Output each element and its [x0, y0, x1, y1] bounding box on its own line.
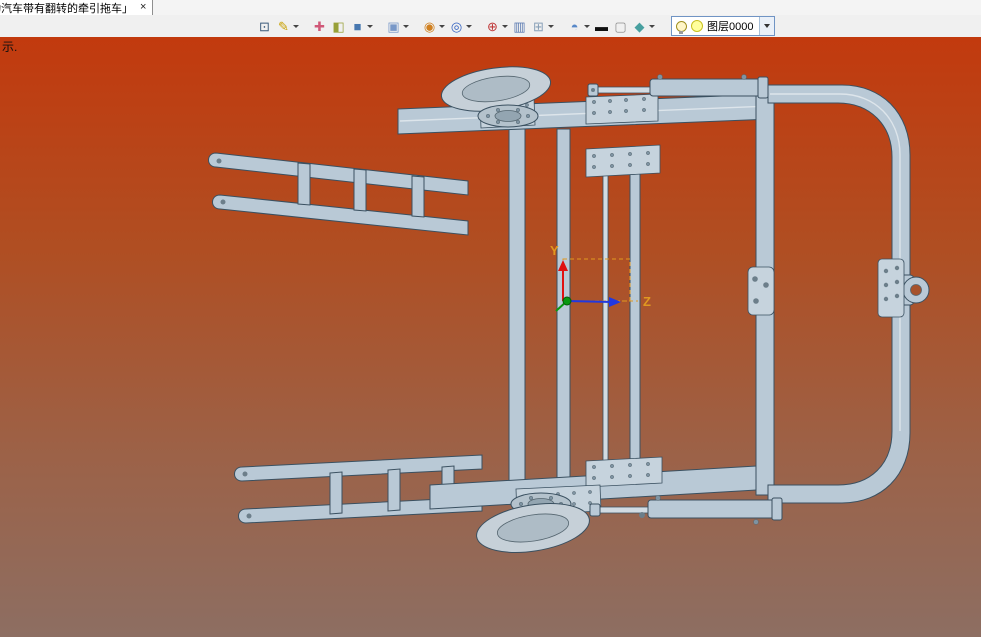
- material-view-icon-button[interactable]: ◆: [631, 18, 656, 35]
- light-bulb-icon: [676, 20, 687, 34]
- layer-combobox[interactable]: 图层0000: [671, 16, 776, 36]
- main-toolbar: ⊡ ✎ ✚ ◧ ■ ▣ ◉ ◎ ⊕ ▥ ⊞ ◓ ▬ ▢ ◆ 图层0000: [0, 15, 981, 38]
- layer-color-icon: [691, 20, 703, 32]
- dropdown-caret-icon[interactable]: [649, 24, 655, 28]
- layer-dropdown-arrow-icon[interactable]: [759, 17, 775, 35]
- target-icon: ⊕: [487, 18, 498, 34]
- grid-plane-icon: ⊞: [533, 18, 544, 34]
- open-drawing-icon-button[interactable]: ⊡: [256, 18, 273, 35]
- solid-cube-icon: ■: [353, 18, 362, 34]
- color-wheel-icon: ◉: [423, 18, 436, 34]
- line-width-icon: ▬: [595, 18, 608, 34]
- layer-name-label: 图层0000: [707, 21, 754, 33]
- image-icon: ▥: [513, 18, 526, 34]
- color-wheel-icon-button[interactable]: ◉: [421, 18, 446, 35]
- dropdown-caret-icon[interactable]: [502, 24, 508, 28]
- dropdown-caret-icon[interactable]: [403, 24, 409, 28]
- pin-tool-icon: ✚: [314, 18, 325, 34]
- dropdown-caret-icon[interactable]: [584, 24, 590, 28]
- axis-z-label: Z: [643, 294, 651, 309]
- display-box-icon-button[interactable]: ▣: [385, 18, 410, 35]
- face-style-icon: ◧: [332, 18, 345, 34]
- bottom-cylinder: [589, 495, 783, 525]
- render-sphere-icon-button[interactable]: ◓: [566, 18, 591, 35]
- z-axis-arrow-icon: [609, 297, 621, 307]
- render-sphere-icon: ◓: [570, 18, 579, 34]
- top-cylinder: [587, 74, 769, 99]
- dropdown-caret-icon[interactable]: [548, 24, 554, 28]
- dropdown-caret-icon[interactable]: [439, 24, 445, 28]
- dropdown-caret-icon[interactable]: [293, 24, 299, 28]
- zoom-icon-button[interactable]: ◎: [448, 18, 473, 35]
- display-box-icon: ▣: [387, 18, 400, 34]
- solid-cube-icon-button[interactable]: ■: [349, 18, 374, 35]
- toolbar-icons: ⊡ ✎ ✚ ◧ ■ ▣ ◉ ◎ ⊕ ▥ ⊞ ◓ ▬ ▢ ◆: [255, 18, 657, 35]
- document-tab[interactable]: 动汽车带有翻转的牵引拖车」 ×: [0, 0, 154, 15]
- grid-plane-icon-button[interactable]: ⊞: [530, 18, 555, 35]
- document-tab-title: 动汽车带有翻转的牵引拖车」: [0, 2, 133, 15]
- open-drawing-icon: ⊡: [259, 18, 270, 34]
- dropdown-caret-icon[interactable]: [367, 24, 373, 28]
- line-width-icon-button[interactable]: ▬: [593, 18, 610, 35]
- zoom-icon: ◎: [450, 18, 463, 34]
- dropdown-caret-icon[interactable]: [466, 24, 472, 28]
- document-tab-bar: 动汽车带有翻转的牵引拖车」 ×: [0, 0, 981, 16]
- axis-y-label: Y: [550, 243, 559, 258]
- face-style-icon-button[interactable]: ◧: [330, 18, 347, 35]
- trailer-frame-model: [208, 66, 930, 553]
- origin-point-icon: [562, 296, 572, 306]
- target-icon-button[interactable]: ⊕: [484, 18, 509, 35]
- pen-style-icon-button[interactable]: ✎: [275, 18, 300, 35]
- tab-close-icon[interactable]: ×: [140, 2, 146, 13]
- model-viewport[interactable]: 示. Y Z: [0, 37, 981, 637]
- color-swatch-icon-button[interactable]: ▢: [612, 18, 629, 35]
- pin-tool-icon-button[interactable]: ✚: [311, 18, 328, 35]
- pen-style-icon: ✎: [278, 18, 289, 34]
- image-icon-button[interactable]: ▥: [511, 18, 528, 35]
- material-view-icon: ◆: [634, 18, 645, 34]
- color-swatch-icon: ▢: [614, 18, 627, 34]
- trailer-model-canvas[interactable]: Y Z: [0, 37, 981, 637]
